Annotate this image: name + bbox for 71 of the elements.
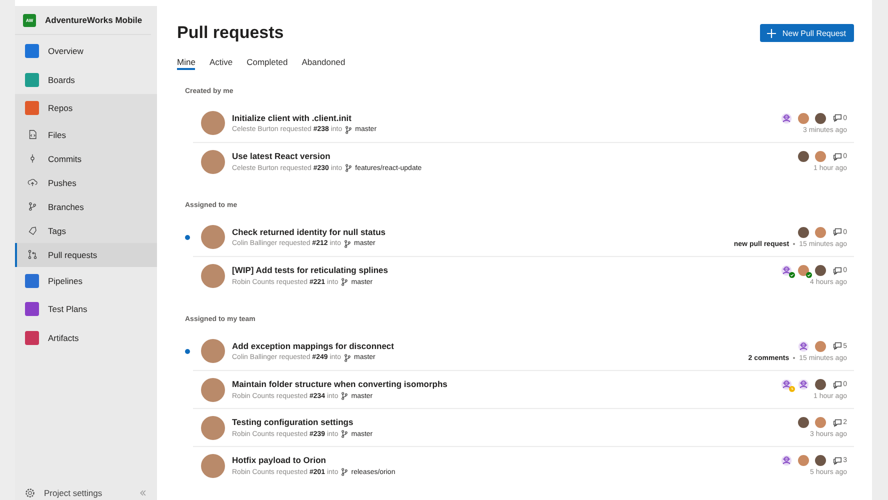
nav-item[interactable]: Test Plans	[15, 295, 157, 324]
boards-icon	[25, 72, 39, 87]
tag-icon	[26, 225, 38, 236]
pull-request-title[interactable]: Check returned identity for null status	[232, 226, 734, 236]
comment-icon	[833, 456, 842, 464]
branch-icon	[345, 126, 352, 134]
author-avatar	[201, 264, 225, 288]
branch-icon	[344, 354, 351, 362]
nav-item[interactable]: Boards	[15, 66, 157, 94]
author-avatar	[201, 150, 225, 174]
branch-icon	[345, 164, 352, 172]
comment-icon	[833, 342, 842, 350]
author-avatar	[201, 416, 225, 440]
nav-item[interactable]: Repos	[15, 94, 157, 122]
repos-icon	[25, 101, 39, 116]
plus-icon	[767, 28, 776, 38]
pull-request-title[interactable]: Add exception mappings for disconnect	[232, 340, 748, 350]
branch-icon	[341, 392, 348, 400]
branch-icon	[341, 430, 348, 438]
artifacts-icon	[25, 330, 39, 345]
author-avatar	[201, 111, 225, 135]
new-pull-request-button[interactable]: New Pull Request	[760, 24, 854, 42]
comment-icon	[833, 418, 842, 426]
nav-item[interactable]: Pipelines	[15, 266, 157, 295]
author-avatar	[201, 454, 225, 478]
pull-request-title[interactable]: Hotfix payload to Orion	[232, 455, 782, 465]
approved-check-icon	[806, 272, 812, 278]
pull-request-title[interactable]: [WIP] Add tests for reticulating splines	[232, 265, 782, 275]
waiting-clock-icon	[789, 386, 796, 392]
pull-request-icon	[26, 249, 38, 260]
pull-request-title[interactable]: Use latest React version	[232, 151, 798, 161]
pull-request-title[interactable]: Maintain folder structure when converting isomorphs	[232, 379, 782, 389]
nav-item[interactable]: Pushes	[15, 170, 157, 194]
pipelines-icon	[25, 274, 39, 288]
project-settings-link[interactable]: Project settings	[44, 488, 130, 498]
cloud-upload-icon	[26, 177, 38, 188]
separator-dot	[793, 357, 796, 359]
comment-icon	[833, 114, 842, 122]
author-avatar	[201, 339, 225, 363]
test-plans-icon	[25, 302, 39, 316]
nav-item[interactable]: Files	[15, 122, 157, 146]
nav-item[interactable]: Tags	[15, 218, 157, 242]
branch-icon	[341, 468, 348, 476]
author-avatar	[201, 378, 225, 402]
page-title: Pull requests	[177, 23, 284, 43]
file-icon	[26, 129, 38, 140]
branch-icon	[26, 201, 38, 212]
nav-item[interactable]: Commits	[15, 146, 157, 170]
comment-icon	[833, 380, 842, 388]
comment-icon	[833, 228, 842, 236]
pull-request-title[interactable]: Testing configuration settings	[232, 417, 798, 427]
tab[interactable]: Completed	[246, 54, 288, 70]
settings-icon	[25, 488, 35, 498]
project-name[interactable]: AdventureWorks Mobile	[45, 15, 142, 25]
separator-dot	[793, 243, 796, 245]
nav-item[interactable]: Branches	[15, 194, 157, 218]
branch-icon	[341, 278, 348, 286]
nav-item[interactable]: Overview	[15, 37, 157, 66]
pull-request-title[interactable]: Initialize client with .client.init	[232, 112, 782, 122]
author-avatar	[201, 225, 225, 249]
comment-icon	[833, 152, 842, 160]
tab[interactable]: Mine	[177, 54, 196, 70]
nav-item[interactable]: Pull requests	[15, 242, 157, 266]
approved-check-icon	[789, 272, 796, 278]
comment-icon	[833, 266, 842, 274]
collapse-icon[interactable]	[139, 489, 147, 497]
branch-icon	[344, 240, 351, 248]
tab[interactable]: Active	[209, 54, 233, 70]
nav-item[interactable]: Artifacts	[15, 324, 157, 352]
tab[interactable]: Abandoned	[302, 54, 346, 70]
overview-icon	[25, 44, 39, 58]
